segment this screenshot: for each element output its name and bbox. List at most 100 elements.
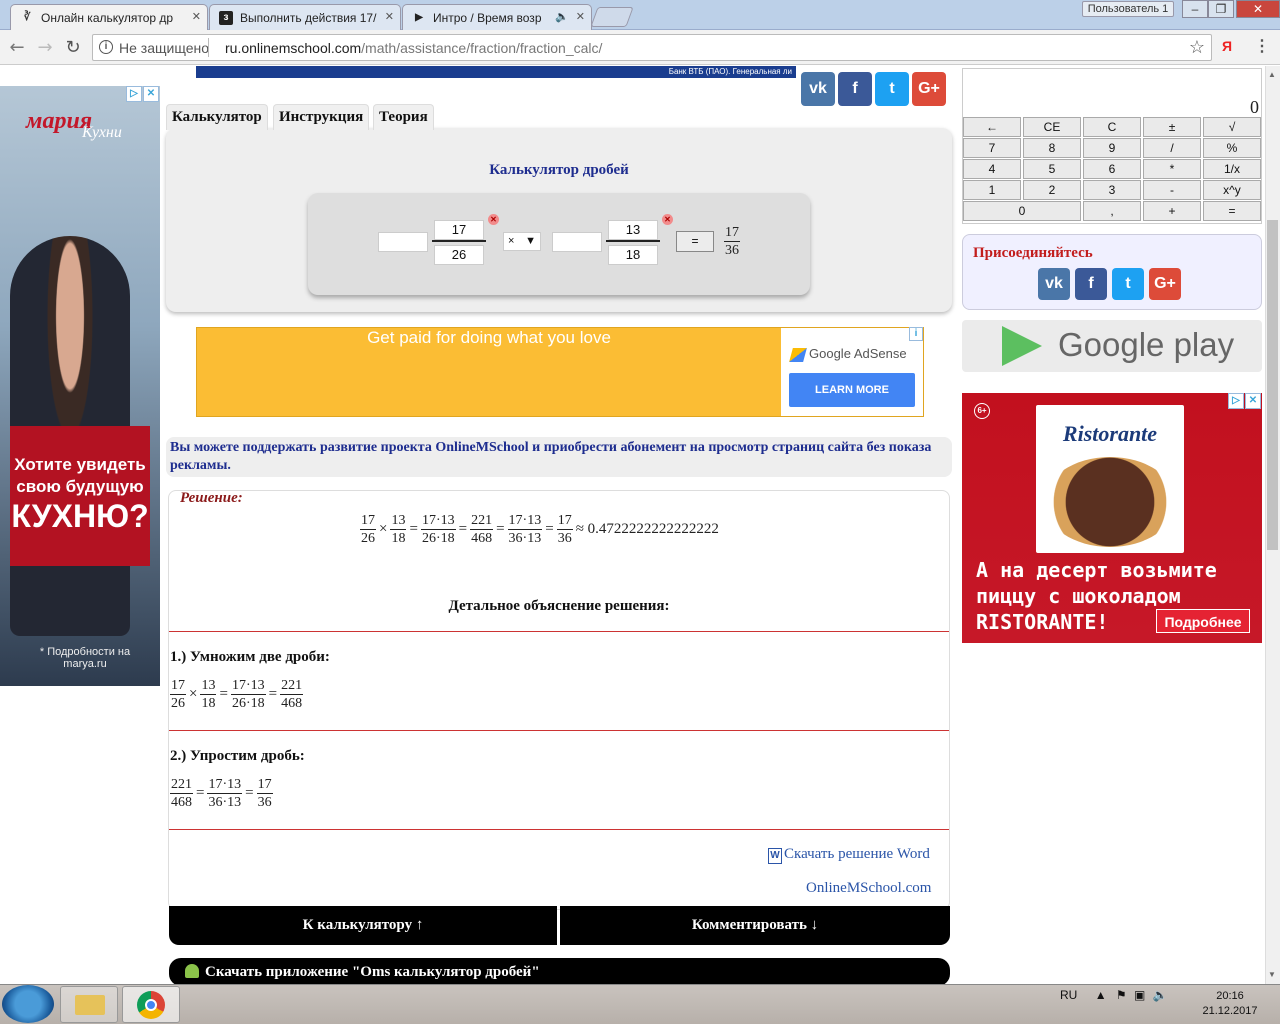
info-icon[interactable]: i bbox=[99, 40, 113, 54]
google-adsense-ad[interactable]: Get paid for doing what you love Google … bbox=[196, 327, 924, 417]
calc-key[interactable]: 9 bbox=[1083, 138, 1141, 158]
onlinemschool-link[interactable]: OnlineMSchool.com bbox=[806, 880, 931, 897]
result-numerator: 17 bbox=[724, 225, 740, 242]
file-explorer-icon[interactable] bbox=[60, 986, 118, 1023]
solution-title: Решение: bbox=[180, 490, 243, 506]
calc-key[interactable]: 2 bbox=[1023, 180, 1081, 200]
menu-dots-icon[interactable]: ⋮ bbox=[1254, 36, 1270, 56]
calc-key[interactable]: x^y bbox=[1203, 180, 1261, 200]
google-plus-icon[interactable]: G+ bbox=[912, 72, 946, 106]
calc-key[interactable]: CE bbox=[1023, 117, 1081, 137]
android-icon bbox=[185, 964, 199, 978]
volume-icon[interactable]: 🔈 bbox=[1153, 988, 1168, 1002]
browser-tab-calculator[interactable]: ∛ Онлайн калькулятор др ✕ bbox=[10, 4, 208, 30]
close-icon[interactable]: ✕ bbox=[576, 10, 585, 23]
scrollbar-thumb[interactable] bbox=[1267, 220, 1278, 550]
back-icon[interactable]: ← bbox=[6, 37, 28, 59]
calc-result: 17 36 bbox=[724, 224, 740, 259]
ad-close-icon[interactable]: ✕ bbox=[1245, 393, 1261, 409]
left-ad-banner[interactable]: мария Кухни Хотите увидеть свою будущую … bbox=[0, 86, 160, 686]
calc-key[interactable]: - bbox=[1143, 180, 1201, 200]
google-plus-icon[interactable]: G+ bbox=[1149, 268, 1181, 300]
calc-key[interactable]: 1/x bbox=[1203, 159, 1261, 179]
pizza-ad-line: пиццу с шоколадом bbox=[976, 584, 1181, 608]
flag-icon[interactable]: ⚑ bbox=[1116, 988, 1127, 1002]
twitter-icon[interactable]: t bbox=[1112, 268, 1144, 300]
calc-key[interactable]: √ bbox=[1203, 117, 1261, 137]
minimize-button[interactable]: – bbox=[1182, 0, 1208, 18]
close-icon[interactable]: ✕ bbox=[385, 10, 394, 23]
yandex-icon[interactable]: Я bbox=[1222, 38, 1232, 54]
fraction1-numerator-input[interactable]: 17 bbox=[434, 220, 484, 240]
address-bar[interactable]: i Не защищено ru.onlinemschool.com/math/… bbox=[92, 34, 1212, 61]
forward-icon[interactable]: → bbox=[34, 37, 56, 59]
scroll-down-icon[interactable]: ▼ bbox=[1268, 970, 1276, 979]
adchoices-icon[interactable]: ▷ bbox=[1228, 393, 1244, 409]
download-word-link[interactable]: W Скачать решение Word bbox=[768, 846, 930, 864]
facebook-icon[interactable]: f bbox=[1075, 268, 1107, 300]
language-indicator[interactable]: RU bbox=[1060, 988, 1077, 1002]
calc-key[interactable]: , bbox=[1083, 201, 1141, 221]
comment-button[interactable]: Комментировать ↓ bbox=[560, 906, 950, 945]
fraction2-numerator-input[interactable]: 13 bbox=[608, 220, 658, 240]
fraction2-whole-input[interactable] bbox=[552, 232, 602, 252]
fraction1-denominator-input[interactable]: 26 bbox=[434, 245, 484, 265]
calc-key[interactable]: * bbox=[1143, 159, 1201, 179]
profile-button[interactable]: Пользователь 1 bbox=[1082, 1, 1174, 17]
tab-instruction[interactable]: Инструкция bbox=[273, 104, 370, 130]
vk-icon[interactable]: vk bbox=[1038, 268, 1070, 300]
reload-icon[interactable]: ↻ bbox=[62, 37, 84, 59]
clock[interactable]: 20:16 21.12.2017 bbox=[1200, 989, 1260, 1019]
top-banner-ad[interactable]: Банк ВТБ (ПАО). Генеральная ли bbox=[196, 66, 796, 78]
adchoices-icon[interactable]: ▷ bbox=[126, 86, 142, 102]
pizza-more-button[interactable]: Подробнее bbox=[1156, 609, 1250, 633]
calc-key[interactable]: 3 bbox=[1083, 180, 1141, 200]
clear-fraction2-icon[interactable]: ✕ bbox=[662, 214, 673, 225]
calc-key[interactable]: 5 bbox=[1023, 159, 1081, 179]
fraction1-whole-input[interactable] bbox=[378, 232, 428, 252]
browser-tab-intro[interactable]: ▶ Интро / Время возр 🔈 ✕ bbox=[402, 4, 592, 30]
to-calculator-button[interactable]: К калькулятору ↑ bbox=[169, 906, 557, 945]
calc-key[interactable]: C bbox=[1083, 117, 1141, 137]
scroll-up-icon[interactable]: ▲ bbox=[1268, 70, 1276, 79]
calc-key[interactable]: 6 bbox=[1083, 159, 1141, 179]
calc-key[interactable]: + bbox=[1143, 201, 1201, 221]
support-text[interactable]: Вы можете поддержать развитие проекта On… bbox=[166, 437, 952, 477]
calc-key[interactable]: 7 bbox=[963, 138, 1021, 158]
twitter-icon[interactable]: t bbox=[875, 72, 909, 106]
calc-key[interactable]: ← bbox=[963, 117, 1021, 137]
ad-text: Get paid for doing what you love bbox=[367, 328, 611, 347]
window-close-button[interactable]: ✕ bbox=[1236, 0, 1280, 18]
close-icon[interactable]: ✕ bbox=[192, 10, 201, 23]
calc-key[interactable]: 1 bbox=[963, 180, 1021, 200]
clear-fraction1-icon[interactable]: ✕ bbox=[488, 214, 499, 225]
bookmark-star-icon[interactable]: ☆ bbox=[1189, 37, 1205, 58]
calc-key[interactable]: % bbox=[1203, 138, 1261, 158]
calc-key[interactable]: 0 bbox=[963, 201, 1081, 221]
calc-key[interactable]: ± bbox=[1143, 117, 1201, 137]
tab-theory[interactable]: Теория bbox=[373, 104, 434, 130]
equals-button[interactable]: = bbox=[676, 231, 714, 252]
learn-more-button[interactable]: LEARN MORE bbox=[789, 373, 915, 407]
ad-close-icon[interactable]: ✕ bbox=[143, 86, 159, 102]
pizza-ad-banner[interactable]: 6+ Ristorante А на десерт возьмите пиццу… bbox=[962, 393, 1262, 643]
calc-key[interactable]: 8 bbox=[1023, 138, 1081, 158]
fraction2-denominator-input[interactable]: 18 bbox=[608, 245, 658, 265]
chrome-icon[interactable] bbox=[122, 986, 180, 1023]
vk-icon[interactable]: vk bbox=[801, 72, 835, 106]
new-tab-button[interactable] bbox=[590, 7, 634, 27]
facebook-icon[interactable]: f bbox=[838, 72, 872, 106]
calc-key[interactable]: = bbox=[1203, 201, 1261, 221]
calc-key[interactable]: / bbox=[1143, 138, 1201, 158]
tab-calculator[interactable]: Калькулятор bbox=[166, 104, 268, 130]
adchoices-icon[interactable]: i bbox=[909, 327, 923, 341]
maximize-button[interactable]: ❐ bbox=[1208, 0, 1234, 18]
operation-select[interactable]: × ▼ bbox=[503, 232, 541, 251]
network-icon[interactable]: ▣ bbox=[1134, 988, 1145, 1002]
browser-tab-actions[interactable]: з Выполнить действия 17/ ✕ bbox=[209, 4, 401, 30]
google-play-banner[interactable]: Google play bbox=[962, 320, 1262, 372]
calc-key[interactable]: 4 bbox=[963, 159, 1021, 179]
tray-arrow-icon[interactable]: ▲ bbox=[1095, 988, 1107, 1002]
start-button[interactable] bbox=[2, 985, 54, 1023]
download-app-button[interactable]: Скачать приложение "Oms калькулятор дроб… bbox=[169, 958, 950, 986]
